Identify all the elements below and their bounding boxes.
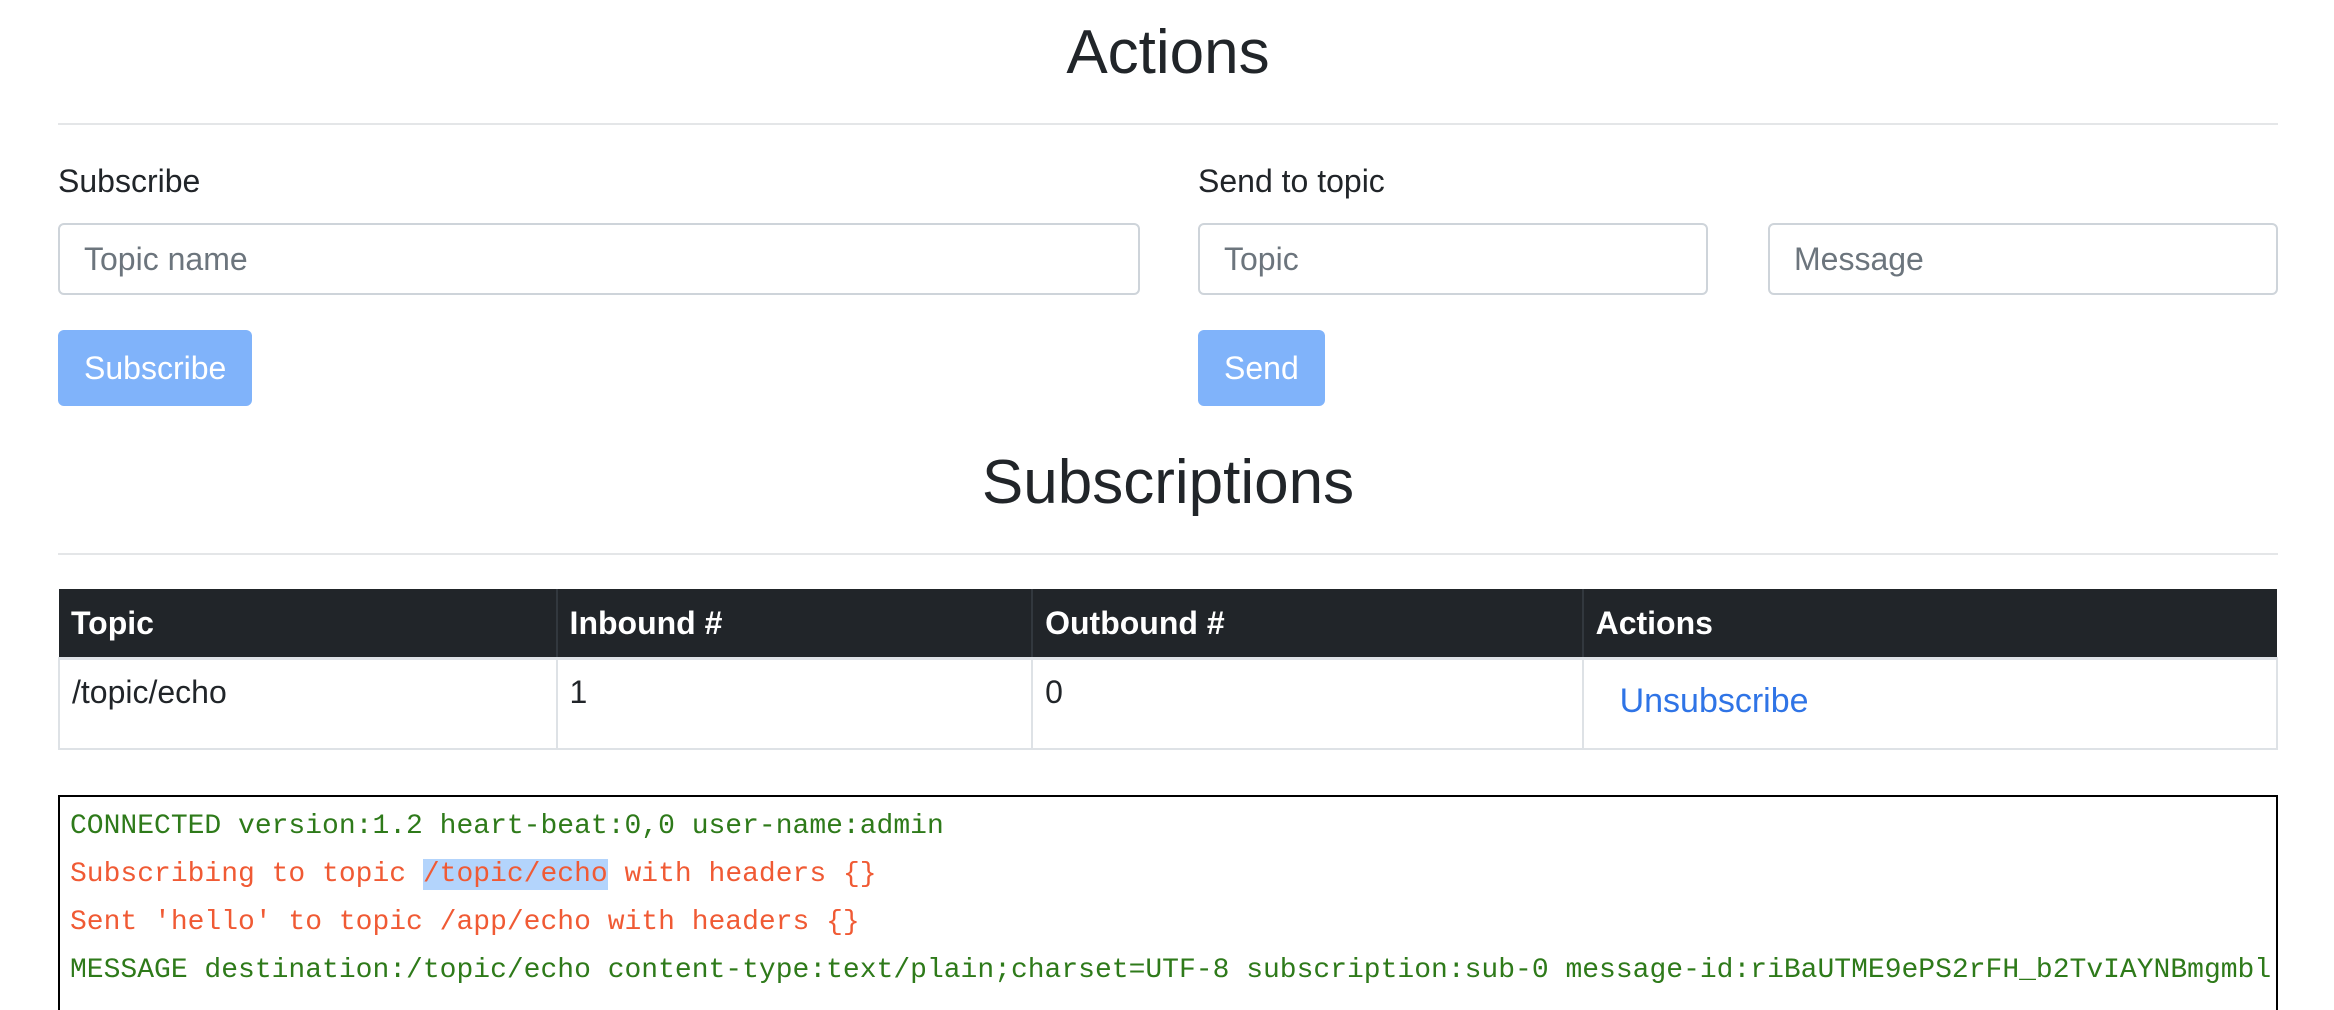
cell-topic: /topic/echo bbox=[58, 657, 558, 750]
subscriptions-table: Topic Inbound # Outbound # Actions /topi… bbox=[58, 589, 2279, 750]
cell-inbound-count: 1 bbox=[555, 657, 1034, 750]
table-row: /topic/echo 1 0 Unsubscribe bbox=[58, 657, 2279, 750]
column-header-inbound: Inbound # bbox=[555, 589, 1033, 660]
subscriptions-section: Subscriptions bbox=[58, 452, 2278, 514]
cell-outbound-count: 0 bbox=[1031, 657, 1584, 750]
subscribe-button[interactable]: Subscribe bbox=[58, 330, 253, 406]
table-header-row: Topic Inbound # Outbound # Actions bbox=[59, 589, 2277, 660]
actions-section: Actions bbox=[58, 22, 2278, 84]
log-line: MESSAGE destination:/topic/echo content-… bbox=[70, 955, 2272, 986]
log-line-prefix: Subscribing to topic bbox=[70, 859, 423, 890]
send-to-topic-label: Send to topic bbox=[1198, 163, 1385, 199]
log-line: CONNECTED version:1.2 heart-beat:0,0 use… bbox=[70, 811, 944, 842]
column-header-outbound: Outbound # bbox=[1031, 589, 1583, 660]
send-button[interactable]: Send bbox=[1198, 330, 1325, 406]
subscribe-label: Subscribe bbox=[58, 163, 201, 199]
page: Actions Subscribe Subscribe Send to topi… bbox=[0, 0, 2334, 1010]
send-topic-input[interactable] bbox=[1198, 223, 1708, 295]
log-line: Sent 'hello' to topic /app/echo with hea… bbox=[70, 907, 860, 938]
subscribe-topic-input[interactable] bbox=[58, 223, 1140, 295]
log-line-selected-text: /topic/echo bbox=[422, 859, 608, 890]
log-line-suffix: with headers {} bbox=[607, 859, 877, 890]
send-message-input[interactable] bbox=[1768, 223, 2278, 295]
actions-title: Actions bbox=[1066, 18, 1270, 87]
column-header-topic: Topic bbox=[59, 589, 557, 660]
cell-actions: Unsubscribe bbox=[1581, 657, 2279, 750]
column-header-actions: Actions bbox=[1581, 589, 2277, 660]
unsubscribe-button[interactable]: Unsubscribe bbox=[1596, 670, 1833, 733]
subscriptions-title: Subscriptions bbox=[981, 448, 1355, 517]
actions-divider bbox=[58, 123, 2278, 125]
message-log[interactable]: CONNECTED version:1.2 heart-beat:0,0 use… bbox=[58, 795, 2278, 1010]
subscriptions-divider bbox=[58, 553, 2278, 555]
log-line: Subscribing to topic /topic/echo with he… bbox=[70, 851, 2266, 899]
